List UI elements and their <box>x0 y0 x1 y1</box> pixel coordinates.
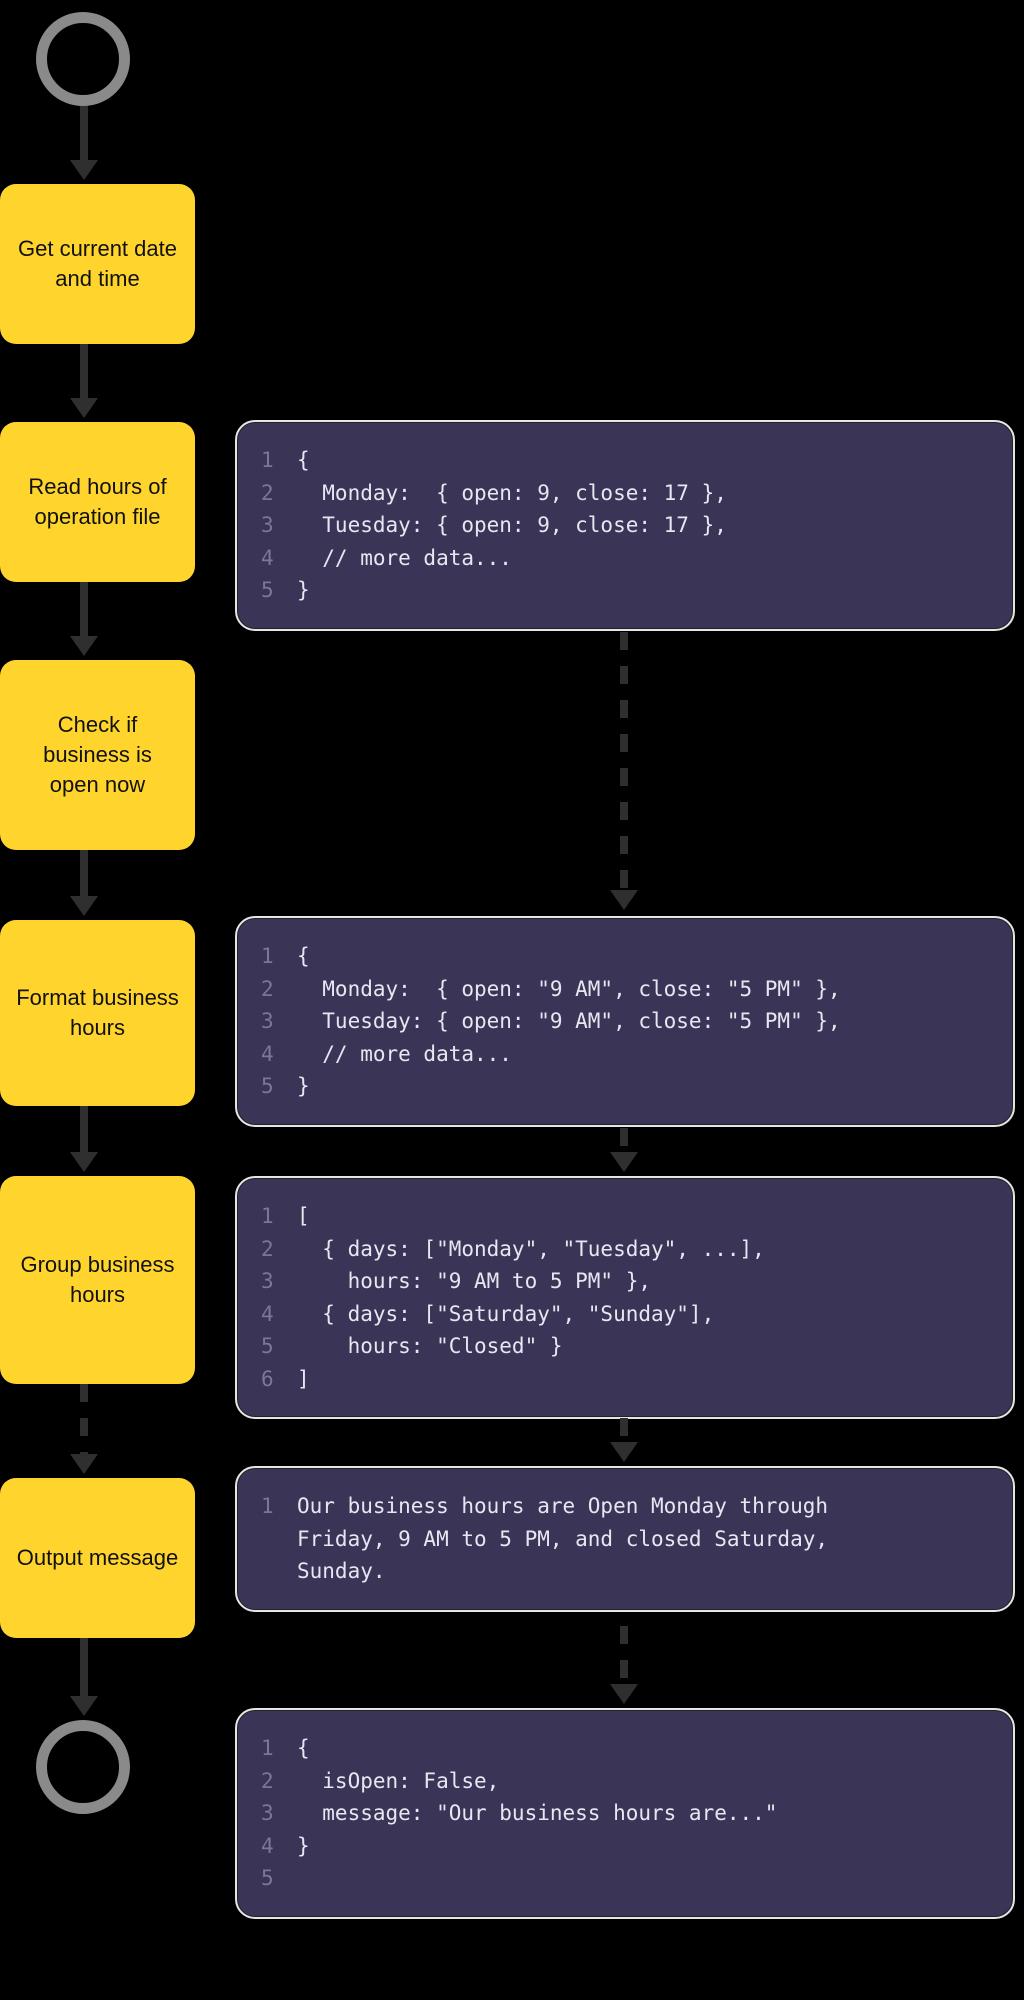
code-text: } <box>297 1070 310 1103</box>
process-label: Get current date and time <box>16 234 179 293</box>
line-number: 4 <box>261 1830 297 1863</box>
code-text: { days: ["Saturday", "Sunday"], <box>297 1298 714 1331</box>
process-group-hours: Group business hours <box>0 1176 195 1384</box>
code-text: { <box>297 1732 310 1765</box>
code-text: hours: "Closed" } <box>297 1330 563 1363</box>
line-number: 2 <box>261 1233 297 1266</box>
code-text: Sunday. <box>297 1555 386 1588</box>
code-panel-result-object: 1{ 2 isOpen: False, 3 message: "Our busi… <box>235 1708 1015 1919</box>
code-text: [ <box>297 1200 310 1233</box>
code-text: // more data... <box>297 1038 512 1071</box>
code-text: { <box>297 940 310 973</box>
code-text: Our business hours are Open Monday throu… <box>297 1490 828 1523</box>
code-text: isOpen: False, <box>297 1765 499 1798</box>
line-number: 4 <box>261 1298 297 1331</box>
line-number <box>261 1555 297 1588</box>
arrow-head-icon <box>610 1442 638 1462</box>
code-text: } <box>297 574 310 607</box>
code-text: Tuesday: { open: "9 AM", close: "5 PM" }… <box>297 1005 841 1038</box>
line-number: 3 <box>261 1005 297 1038</box>
code-text: message: "Our business hours are..." <box>297 1797 777 1830</box>
code-text: { days: ["Monday", "Tuesday", ...], <box>297 1233 765 1266</box>
line-number: 3 <box>261 1265 297 1298</box>
arrow-head-icon <box>610 890 638 910</box>
code-panel-formatted-hours: 1{ 2 Monday: { open: "9 AM", close: "5 P… <box>235 916 1015 1127</box>
process-format-hours: Format business hours <box>0 920 195 1106</box>
line-number: 3 <box>261 1797 297 1830</box>
code-panel-grouped-hours: 1[ 2 { days: ["Monday", "Tuesday", ...],… <box>235 1176 1015 1419</box>
process-label: Check if business is open now <box>16 710 179 799</box>
line-number: 1 <box>261 1732 297 1765</box>
line-number: 5 <box>261 1330 297 1363</box>
code-text: hours: "9 AM to 5 PM" }, <box>297 1265 651 1298</box>
line-number: 3 <box>261 509 297 542</box>
code-text: Tuesday: { open: 9, close: 17 }, <box>297 509 727 542</box>
process-check-open: Check if business is open now <box>0 660 195 850</box>
code-text: Monday: { open: 9, close: 17 }, <box>297 477 727 510</box>
line-number: 1 <box>261 940 297 973</box>
line-number: 2 <box>261 477 297 510</box>
arrow-head-icon <box>70 160 98 180</box>
process-label: Group business hours <box>16 1250 179 1309</box>
arrow-head-icon <box>70 1696 98 1716</box>
start-node <box>36 12 130 106</box>
arrow-head-icon <box>70 636 98 656</box>
line-number: 5 <box>261 1070 297 1103</box>
arrow-head-icon <box>610 1684 638 1704</box>
arrow <box>80 344 88 400</box>
line-number: 2 <box>261 973 297 1006</box>
arrow-head-icon <box>70 896 98 916</box>
process-label: Output message <box>17 1543 178 1573</box>
process-label: Read hours of operation file <box>16 472 179 531</box>
dashed-arrow <box>80 1384 88 1456</box>
arrow-head-icon <box>70 1454 98 1474</box>
line-number: 5 <box>261 1862 297 1895</box>
process-label: Format business hours <box>16 983 179 1042</box>
arrow-head-icon <box>70 1152 98 1172</box>
code-text: ] <box>297 1363 310 1396</box>
code-text: { <box>297 444 310 477</box>
line-number: 1 <box>261 1490 297 1523</box>
dashed-arrow <box>620 632 628 892</box>
flowchart-canvas: Get current date and time Read hours of … <box>0 0 1024 2000</box>
arrow-head-icon <box>610 1152 638 1172</box>
line-number: 6 <box>261 1363 297 1396</box>
arrow <box>80 582 88 638</box>
line-number <box>261 1523 297 1556</box>
line-number: 2 <box>261 1765 297 1798</box>
process-read-hours-file: Read hours of operation file <box>0 422 195 582</box>
process-get-datetime: Get current date and time <box>0 184 195 344</box>
code-text: Monday: { open: "9 AM", close: "5 PM" }, <box>297 973 841 1006</box>
process-output-message: Output message <box>0 1478 195 1638</box>
code-text: Friday, 9 AM to 5 PM, and closed Saturda… <box>297 1523 828 1556</box>
line-number: 1 <box>261 1200 297 1233</box>
end-node <box>36 1720 130 1814</box>
line-number: 1 <box>261 444 297 477</box>
arrow <box>80 1638 88 1698</box>
code-panel-raw-hours: 1{ 2 Monday: { open: 9, close: 17 }, 3 T… <box>235 420 1015 631</box>
arrow <box>80 1106 88 1154</box>
code-text: // more data... <box>297 542 512 575</box>
arrow <box>80 850 88 898</box>
line-number: 5 <box>261 574 297 607</box>
line-number: 4 <box>261 1038 297 1071</box>
arrow-head-icon <box>70 398 98 418</box>
arrow <box>80 106 88 162</box>
code-text: } <box>297 1830 310 1863</box>
line-number: 4 <box>261 542 297 575</box>
dashed-arrow <box>620 1626 628 1686</box>
code-panel-output-text: 1Our business hours are Open Monday thro… <box>235 1466 1015 1612</box>
